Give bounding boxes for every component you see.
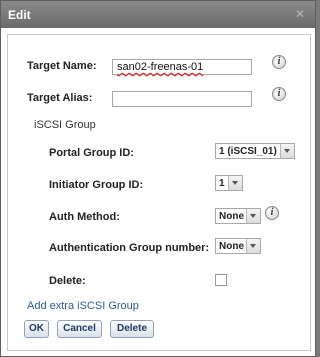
auth-group-select[interactable]: None: [215, 238, 261, 254]
auth-method-info-icon[interactable]: i: [265, 206, 279, 220]
dialog-titlebar[interactable]: Edit ✕: [1, 1, 315, 28]
target-name-info-icon[interactable]: i: [272, 55, 286, 69]
auth-method-select[interactable]: None: [215, 208, 261, 224]
target-alias-info-icon[interactable]: i: [272, 87, 286, 101]
ok-button[interactable]: OK: [24, 320, 49, 338]
close-icon[interactable]: ✕: [294, 8, 306, 20]
auth-group-value: None: [219, 241, 244, 252]
dialog-title: Edit: [8, 8, 31, 22]
target-name-input[interactable]: san02-freenas-01: [112, 59, 252, 75]
chevron-down-icon: [246, 209, 260, 223]
delete-label: Delete:: [49, 275, 86, 287]
portal-group-select[interactable]: 1 (iSCSI_01): [215, 143, 295, 159]
chevron-down-icon: [246, 239, 260, 253]
auth-method-value: None: [219, 211, 244, 222]
chevron-down-icon: [228, 176, 242, 190]
delete-button[interactable]: Delete: [110, 320, 154, 338]
edit-dialog: Edit ✕ Target Name: san02-freenas-01 i T…: [0, 0, 316, 357]
portal-group-label: Portal Group ID:: [49, 147, 134, 159]
initiator-group-select[interactable]: 1: [215, 175, 243, 191]
initiator-group-value: 1: [219, 178, 225, 189]
iscsi-group-heading: iSCSI Group: [34, 119, 96, 131]
portal-group-value: 1 (iSCSI_01): [219, 146, 277, 157]
auth-group-label: Authentication Group number:: [49, 242, 210, 254]
initiator-group-label: Initiator Group ID:: [49, 179, 144, 191]
chevron-down-icon: [280, 144, 294, 158]
add-iscsi-group-link[interactable]: Add extra iSCSI Group: [27, 300, 139, 312]
cancel-button[interactable]: Cancel: [57, 320, 102, 338]
auth-method-label: Auth Method:: [49, 211, 120, 223]
target-name-value: san02-freenas-01: [117, 61, 204, 73]
target-name-label: Target Name:: [27, 60, 97, 72]
delete-checkbox[interactable]: [215, 274, 227, 286]
target-alias-label: Target Alias:: [27, 92, 93, 104]
dialog-content: Target Name: san02-freenas-01 i Target A…: [7, 34, 311, 351]
target-alias-input[interactable]: [112, 91, 252, 107]
